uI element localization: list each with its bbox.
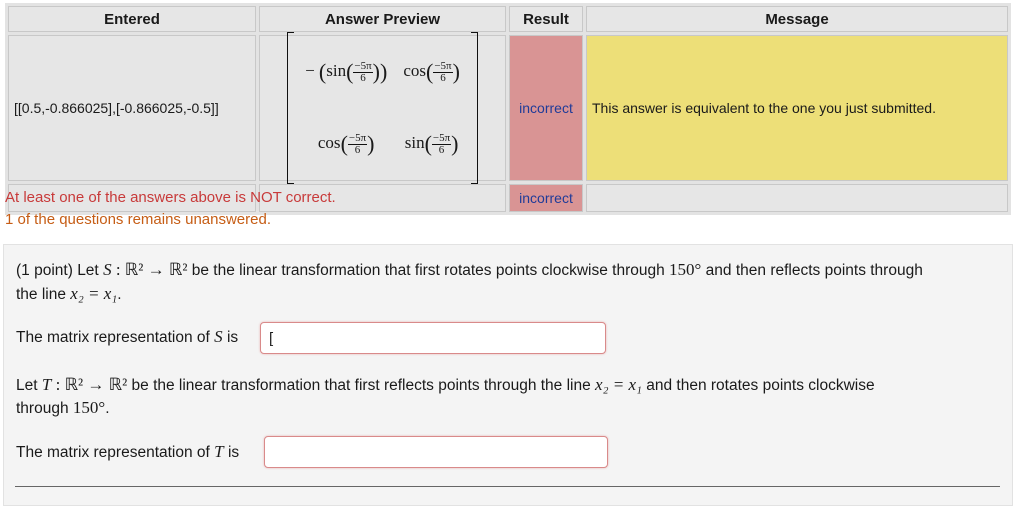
header-message: Message bbox=[586, 6, 1008, 32]
problem-statement-t: Let T : ℝ² → ℝ² be the linear transforma… bbox=[16, 375, 875, 394]
problem-statement-t-cont: through 150°. bbox=[16, 398, 110, 417]
divider bbox=[15, 486, 1000, 487]
message-cell: This answer is equivalent to the one you… bbox=[586, 35, 1008, 181]
header-answer-preview: Answer Preview bbox=[259, 6, 506, 32]
t-matrix-input[interactable] bbox=[264, 436, 608, 468]
results-table: Entered Answer Preview Result Message [[… bbox=[5, 3, 1011, 215]
incorrect-warning: At least one of the answers above is NOT… bbox=[5, 189, 336, 206]
results-header-row: Entered Answer Preview Result Message bbox=[8, 6, 1008, 32]
problem-statement-s: (1 point) Let S : ℝ² → ℝ² be the linear … bbox=[16, 260, 923, 279]
problem-panel: (1 point) Let S : ℝ² → ℝ² be the linear … bbox=[3, 244, 1013, 506]
s-matrix-input[interactable] bbox=[260, 322, 606, 354]
unanswered-warning: 1 of the questions remains unanswered. bbox=[5, 211, 271, 228]
result-status: incorrect bbox=[509, 184, 583, 212]
header-result: Result bbox=[509, 6, 583, 32]
t-matrix-label: The matrix representation of T is bbox=[16, 442, 240, 461]
preview-matrix: − (sin(−5π 6)) cos(−5π 6) cos(−5π 6) sin(−5… bbox=[287, 32, 478, 184]
results-row: [[0.5,-0.866025],[-0.866025,-0.5]] − (si… bbox=[8, 32, 1008, 184]
entered-cell: [[0.5,-0.866025],[-0.866025,-0.5]] bbox=[8, 35, 256, 181]
s-matrix-label: The matrix representation of S is bbox=[16, 327, 239, 346]
header-entered: Entered bbox=[8, 6, 256, 32]
result-status: incorrect bbox=[509, 35, 583, 181]
problem-statement-s-cont: the line x₂ = x₁. bbox=[16, 284, 122, 303]
answer-preview-cell: − (sin(−5π 6)) cos(−5π 6) cos(−5π 6) sin(−5… bbox=[259, 32, 506, 184]
message-cell bbox=[586, 184, 1008, 212]
